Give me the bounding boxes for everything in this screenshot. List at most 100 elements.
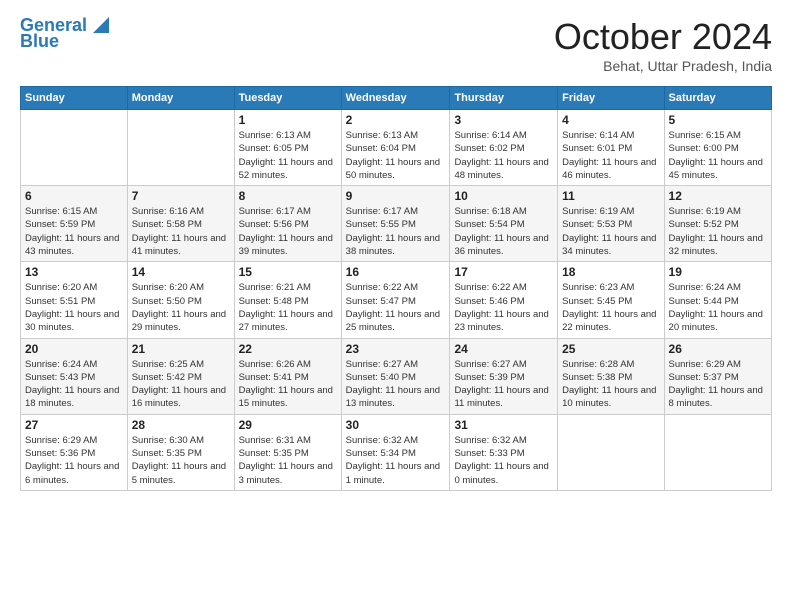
table-row: [127, 110, 234, 186]
table-row: 29 Sunrise: 6:31 AM Sunset: 5:35 PM Dayli…: [234, 414, 341, 490]
location-subtitle: Behat, Uttar Pradesh, India: [554, 58, 772, 74]
table-row: 26 Sunrise: 6:29 AM Sunset: 5:37 PM Dayli…: [664, 338, 771, 414]
day-number: 26: [669, 342, 767, 356]
day-number: 9: [346, 189, 446, 203]
day-number: 30: [346, 418, 446, 432]
day-info: Sunrise: 6:16 AM Sunset: 5:58 PM Dayligh…: [132, 205, 230, 258]
day-number: 19: [669, 265, 767, 279]
day-info: Sunrise: 6:28 AM Sunset: 5:38 PM Dayligh…: [562, 358, 659, 411]
col-monday: Monday: [127, 87, 234, 110]
day-info: Sunrise: 6:25 AM Sunset: 5:42 PM Dayligh…: [132, 358, 230, 411]
day-number: 20: [25, 342, 123, 356]
day-info: Sunrise: 6:18 AM Sunset: 5:54 PM Dayligh…: [454, 205, 553, 258]
table-row: 5Sunrise: 6:15 AM Sunset: 6:00 PM Daylig…: [664, 110, 771, 186]
day-info: Sunrise: 6:21 AM Sunset: 5:48 PM Dayligh…: [239, 281, 337, 334]
col-saturday: Saturday: [664, 87, 771, 110]
table-row: 16 Sunrise: 6:22 AM Sunset: 5:47 PM Dayli…: [341, 262, 450, 338]
day-info: Sunrise: 6:14 AM Sunset: 6:01 PM Dayligh…: [562, 129, 659, 182]
table-row: [21, 110, 128, 186]
table-row: [558, 414, 664, 490]
day-info: Sunrise: 6:26 AM Sunset: 5:41 PM Dayligh…: [239, 358, 337, 411]
col-thursday: Thursday: [450, 87, 558, 110]
table-row: 8 Sunrise: 6:17 AM Sunset: 5:56 PM Daylig…: [234, 186, 341, 262]
day-info: Sunrise: 6:20 AM Sunset: 5:50 PM Dayligh…: [132, 281, 230, 334]
table-row: 3 Sunrise: 6:14 AM Sunset: 6:02 PM Daylig…: [450, 110, 558, 186]
table-row: 2 Sunrise: 6:13 AM Sunset: 6:04 PM Daylig…: [341, 110, 450, 186]
day-number: 27: [25, 418, 123, 432]
day-info: Sunrise: 6:24 AM Sunset: 5:43 PM Dayligh…: [25, 358, 123, 411]
day-number: 1: [239, 113, 337, 127]
table-row: 21Sunrise: 6:25 AM Sunset: 5:42 PM Dayli…: [127, 338, 234, 414]
table-row: 28Sunrise: 6:30 AM Sunset: 5:35 PM Dayli…: [127, 414, 234, 490]
header: General Blue October 2024 Behat, Uttar P…: [20, 16, 772, 74]
day-info: Sunrise: 6:22 AM Sunset: 5:46 PM Dayligh…: [454, 281, 553, 334]
day-number: 5: [669, 113, 767, 127]
day-info: Sunrise: 6:13 AM Sunset: 6:04 PM Dayligh…: [346, 129, 446, 182]
title-section: October 2024 Behat, Uttar Pradesh, India: [554, 16, 772, 74]
day-info: Sunrise: 6:22 AM Sunset: 5:47 PM Dayligh…: [346, 281, 446, 334]
day-info: Sunrise: 6:14 AM Sunset: 6:02 PM Dayligh…: [454, 129, 553, 182]
table-row: 13 Sunrise: 6:20 AM Sunset: 5:51 PM Dayli…: [21, 262, 128, 338]
table-row: 17 Sunrise: 6:22 AM Sunset: 5:46 PM Dayli…: [450, 262, 558, 338]
day-info: Sunrise: 6:20 AM Sunset: 5:51 PM Dayligh…: [25, 281, 123, 334]
day-number: 15: [239, 265, 337, 279]
table-row: 6Sunrise: 6:15 AM Sunset: 5:59 PM Daylig…: [21, 186, 128, 262]
day-number: 17: [454, 265, 553, 279]
calendar-week-2: 6Sunrise: 6:15 AM Sunset: 5:59 PM Daylig…: [21, 186, 772, 262]
col-wednesday: Wednesday: [341, 87, 450, 110]
calendar-week-1: 1 Sunrise: 6:13 AM Sunset: 6:05 PM Daylig…: [21, 110, 772, 186]
day-info: Sunrise: 6:17 AM Sunset: 5:56 PM Dayligh…: [239, 205, 337, 258]
table-row: 18 Sunrise: 6:23 AM Sunset: 5:45 PM Dayli…: [558, 262, 664, 338]
col-tuesday: Tuesday: [234, 87, 341, 110]
table-row: 20 Sunrise: 6:24 AM Sunset: 5:43 PM Dayli…: [21, 338, 128, 414]
table-row: 23 Sunrise: 6:27 AM Sunset: 5:40 PM Dayli…: [341, 338, 450, 414]
table-row: 7 Sunrise: 6:16 AM Sunset: 5:58 PM Daylig…: [127, 186, 234, 262]
table-row: 31Sunrise: 6:32 AM Sunset: 5:33 PM Dayli…: [450, 414, 558, 490]
logo-text-line2: Blue: [20, 32, 59, 52]
day-number: 18: [562, 265, 659, 279]
day-number: 3: [454, 113, 553, 127]
day-info: Sunrise: 6:32 AM Sunset: 5:34 PM Dayligh…: [346, 434, 446, 487]
day-info: Sunrise: 6:29 AM Sunset: 5:36 PM Dayligh…: [25, 434, 123, 487]
table-row: 1 Sunrise: 6:13 AM Sunset: 6:05 PM Daylig…: [234, 110, 341, 186]
table-row: 30 Sunrise: 6:32 AM Sunset: 5:34 PM Dayli…: [341, 414, 450, 490]
calendar-header-row: Sunday Monday Tuesday Wednesday Thursday…: [21, 87, 772, 110]
day-number: 16: [346, 265, 446, 279]
day-info: Sunrise: 6:30 AM Sunset: 5:35 PM Dayligh…: [132, 434, 230, 487]
day-info: Sunrise: 6:19 AM Sunset: 5:53 PM Dayligh…: [562, 205, 659, 258]
day-number: 29: [239, 418, 337, 432]
day-number: 22: [239, 342, 337, 356]
day-info: Sunrise: 6:27 AM Sunset: 5:39 PM Dayligh…: [454, 358, 553, 411]
table-row: 4 Sunrise: 6:14 AM Sunset: 6:01 PM Daylig…: [558, 110, 664, 186]
day-number: 4: [562, 113, 659, 127]
table-row: 9Sunrise: 6:17 AM Sunset: 5:55 PM Daylig…: [341, 186, 450, 262]
day-number: 11: [562, 189, 659, 203]
day-info: Sunrise: 6:13 AM Sunset: 6:05 PM Dayligh…: [239, 129, 337, 182]
day-info: Sunrise: 6:15 AM Sunset: 5:59 PM Dayligh…: [25, 205, 123, 258]
day-number: 8: [239, 189, 337, 203]
month-title: October 2024: [554, 16, 772, 58]
calendar-week-5: 27 Sunrise: 6:29 AM Sunset: 5:36 PM Dayli…: [21, 414, 772, 490]
day-info: Sunrise: 6:29 AM Sunset: 5:37 PM Dayligh…: [669, 358, 767, 411]
day-number: 10: [454, 189, 553, 203]
day-info: Sunrise: 6:32 AM Sunset: 5:33 PM Dayligh…: [454, 434, 553, 487]
day-number: 14: [132, 265, 230, 279]
day-number: 13: [25, 265, 123, 279]
logo: General Blue: [20, 16, 109, 52]
day-info: Sunrise: 6:23 AM Sunset: 5:45 PM Dayligh…: [562, 281, 659, 334]
table-row: 11 Sunrise: 6:19 AM Sunset: 5:53 PM Dayli…: [558, 186, 664, 262]
day-info: Sunrise: 6:27 AM Sunset: 5:40 PM Dayligh…: [346, 358, 446, 411]
day-info: Sunrise: 6:19 AM Sunset: 5:52 PM Dayligh…: [669, 205, 767, 258]
col-sunday: Sunday: [21, 87, 128, 110]
day-number: 12: [669, 189, 767, 203]
calendar-week-4: 20 Sunrise: 6:24 AM Sunset: 5:43 PM Dayli…: [21, 338, 772, 414]
table-row: 15 Sunrise: 6:21 AM Sunset: 5:48 PM Dayli…: [234, 262, 341, 338]
day-info: Sunrise: 6:24 AM Sunset: 5:44 PM Dayligh…: [669, 281, 767, 334]
day-number: 2: [346, 113, 446, 127]
table-row: 14 Sunrise: 6:20 AM Sunset: 5:50 PM Dayli…: [127, 262, 234, 338]
day-info: Sunrise: 6:31 AM Sunset: 5:35 PM Dayligh…: [239, 434, 337, 487]
logo-icon: [89, 15, 109, 35]
day-number: 7: [132, 189, 230, 203]
day-number: 23: [346, 342, 446, 356]
page: General Blue October 2024 Behat, Uttar P…: [0, 0, 792, 507]
